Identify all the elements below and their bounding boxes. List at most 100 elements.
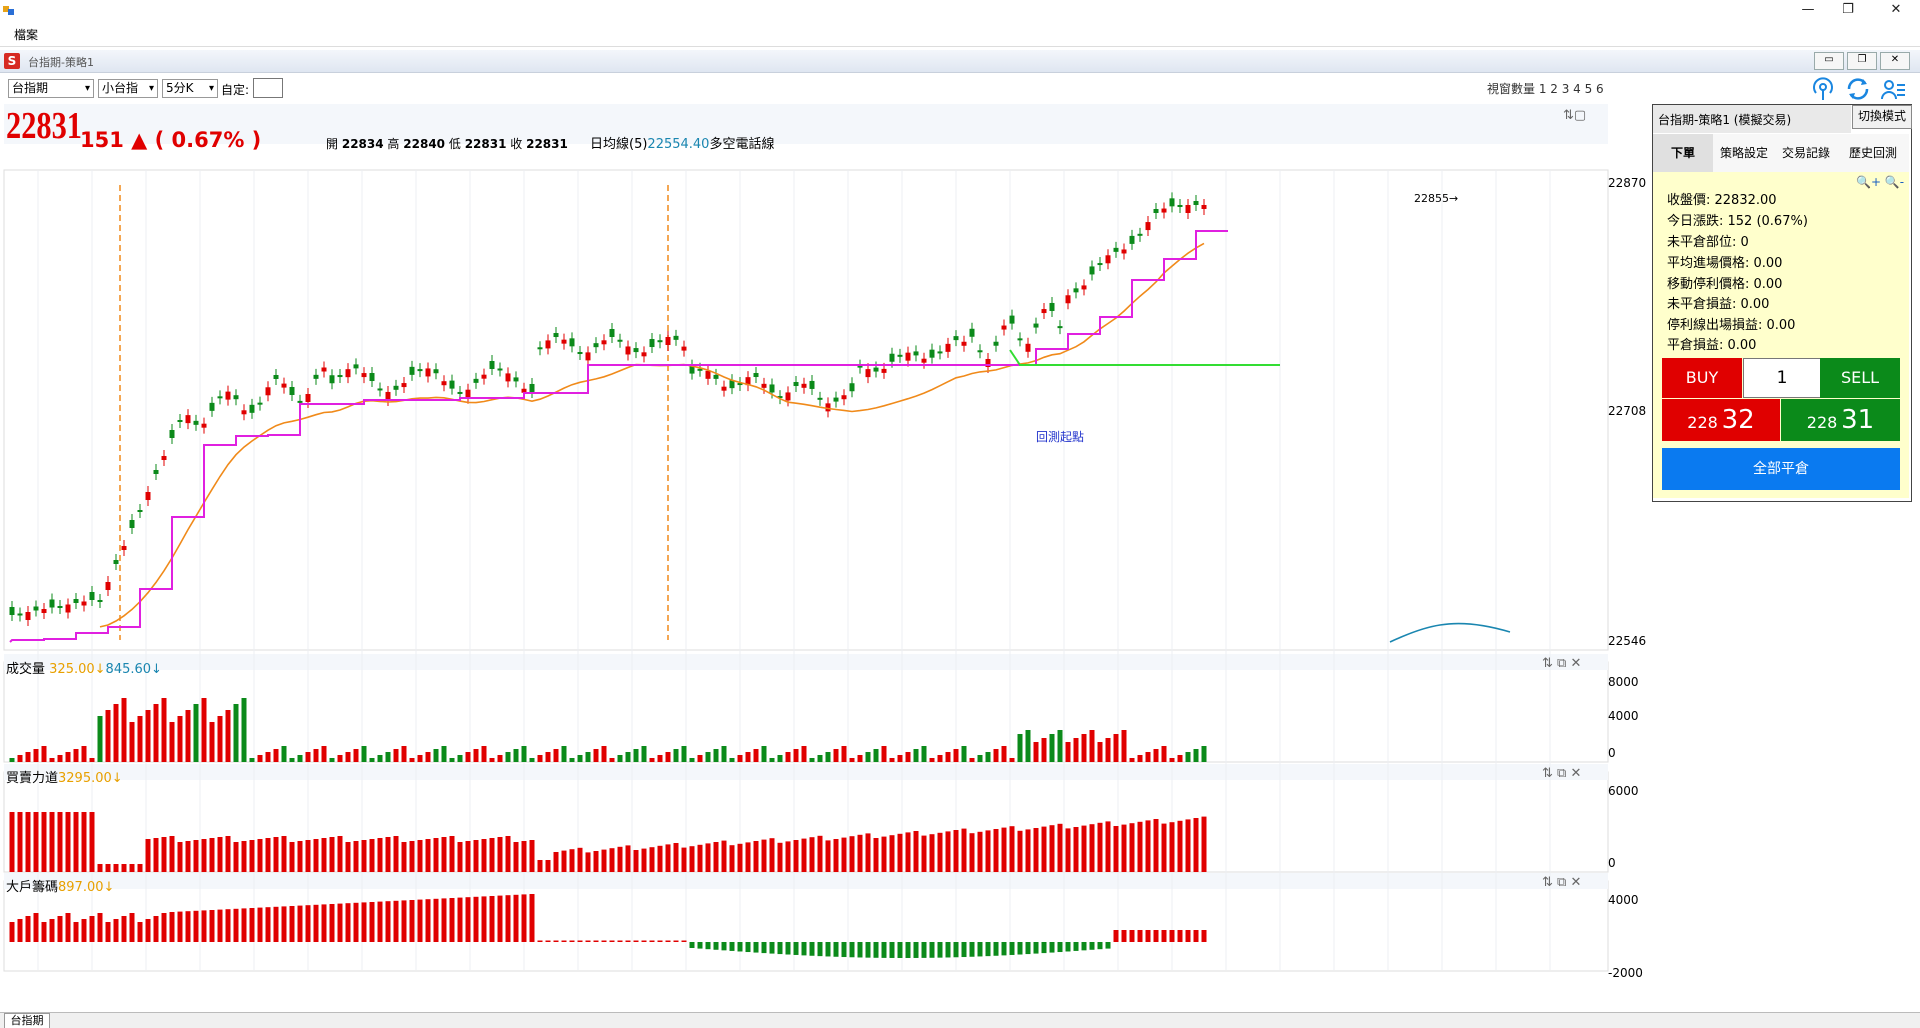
volume-bar <box>1089 730 1095 762</box>
force-bar <box>1161 823 1167 872</box>
price-chart[interactable] <box>0 150 1610 980</box>
menu-item-file[interactable]: 檔案 <box>14 26 38 43</box>
force-bar <box>825 840 831 872</box>
volume-bar <box>305 752 311 762</box>
bid-price-button[interactable]: 228 32 <box>1662 399 1780 441</box>
big-player-bar <box>137 922 143 942</box>
force-panel-controls[interactable]: ⇅ ⧉ ✕ <box>1542 766 1581 781</box>
axis-tick-label: 22708 <box>1608 404 1647 418</box>
tab-strategy-settings[interactable]: 策略設定 <box>1713 134 1775 172</box>
candle-body <box>1129 235 1135 244</box>
big-player-bar <box>993 942 999 956</box>
volume-bar <box>9 758 15 762</box>
big-player-bar <box>537 940 543 942</box>
big-player-bar <box>385 901 391 942</box>
refresh-icon[interactable] <box>1845 77 1871 101</box>
force-bar <box>641 848 647 872</box>
force-bar <box>809 837 815 872</box>
child-restore-button[interactable]: ❐ <box>1847 52 1877 70</box>
candle-body <box>553 333 559 338</box>
title-bar: — ❐ ✕ <box>0 0 1920 22</box>
force-bar <box>961 828 967 872</box>
volume-bar <box>129 722 135 762</box>
volume-bar <box>401 746 407 762</box>
candle-body <box>1201 205 1207 209</box>
force-bar <box>665 844 671 872</box>
force-bar <box>217 837 223 872</box>
ask-price-button[interactable]: 228 31 <box>1781 399 1900 441</box>
force-bar <box>1153 819 1159 872</box>
volume-panel-controls[interactable]: ⇅ ⧉ ✕ <box>1542 656 1581 671</box>
volume-bar <box>25 752 31 762</box>
big-player-bar <box>801 942 807 956</box>
volume-bar <box>1185 752 1191 762</box>
candle-body <box>89 592 95 600</box>
product-select[interactable]: 台指期 ▾ <box>8 79 94 98</box>
contract-select[interactable]: 小台指 ▾ <box>98 79 158 98</box>
zoom-icon[interactable]: 🔍+ 🔍- <box>1856 175 1904 189</box>
child-minimize-button[interactable]: ▭ <box>1814 52 1844 70</box>
volume-bar <box>689 758 695 762</box>
force-bar <box>473 840 479 872</box>
big-player-bar <box>561 940 567 942</box>
big-player-bar <box>201 910 207 942</box>
candle-body <box>913 351 919 356</box>
volume-bar <box>665 752 671 762</box>
big-player-bar <box>905 942 911 958</box>
custom-period-input[interactable] <box>253 78 283 98</box>
strategy-app-icon: S <box>4 53 20 69</box>
force-bar <box>249 840 255 872</box>
big-player-bar <box>337 903 343 942</box>
force-bar <box>1081 825 1087 872</box>
restore-button[interactable]: ❐ <box>1825 0 1871 22</box>
big-player-bar <box>785 942 791 955</box>
volume-bar <box>65 752 71 762</box>
volume-bar <box>961 746 967 762</box>
user-settings-icon[interactable] <box>1880 77 1906 101</box>
volume-bar <box>137 716 143 762</box>
volume-bar <box>201 698 207 762</box>
close-all-button[interactable]: 全部平倉 <box>1662 448 1900 490</box>
big-player-bar <box>713 942 719 950</box>
volume-bar <box>465 752 471 762</box>
volume-bar <box>529 758 535 762</box>
big-player-bar <box>609 940 615 942</box>
candle-body <box>929 349 935 358</box>
volume-bar <box>545 752 551 762</box>
candle-body <box>465 389 471 398</box>
broadcast-icon[interactable] <box>1810 77 1836 101</box>
candle-body <box>49 599 55 608</box>
candle-body <box>457 391 463 394</box>
sell-button[interactable]: SELL <box>1820 358 1900 398</box>
volume-bar <box>369 758 375 762</box>
big-player-bar <box>321 904 327 942</box>
chart-settings-icon[interactable]: ⇅▢ <box>1563 108 1586 123</box>
candle-body <box>593 343 599 348</box>
volume-bar <box>297 755 303 762</box>
tab-trade-records[interactable]: 交易記錄 <box>1775 134 1837 172</box>
buy-button[interactable]: BUY <box>1662 358 1742 398</box>
tab-history-backtest[interactable]: 歷史回測 <box>1837 134 1909 172</box>
bottom-tab-taiex[interactable]: 台指期 <box>4 1013 50 1028</box>
volume-bar <box>505 752 511 762</box>
child-close-button[interactable]: ✕ <box>1880 52 1910 70</box>
big-player-bar <box>865 942 871 958</box>
panel-title: 台指期-策略1 (模擬交易) <box>1658 113 1792 127</box>
force-bar <box>521 841 527 872</box>
close-button[interactable]: ✕ <box>1873 0 1919 22</box>
window-count-selector[interactable]: 視窗數量 1 2 3 4 5 6 <box>1487 80 1604 97</box>
switch-mode-button[interactable]: 切換模式 <box>1852 105 1912 129</box>
tab-order[interactable]: 下單 <box>1653 134 1713 172</box>
candle-body <box>97 600 103 602</box>
force-bar <box>841 837 847 872</box>
force-bar <box>417 840 423 872</box>
period-select[interactable]: 5分K ▾ <box>162 79 218 98</box>
big-player-panel-controls[interactable]: ⇅ ⧉ ✕ <box>1542 875 1581 890</box>
quantity-input[interactable]: 1 <box>1743 358 1821 398</box>
big-player-bar <box>153 916 159 942</box>
open-value: 22834 <box>341 137 384 151</box>
force-bar <box>121 864 127 872</box>
big-player-bar <box>417 899 423 942</box>
force-bar <box>929 834 935 872</box>
volume-bar <box>697 755 703 762</box>
